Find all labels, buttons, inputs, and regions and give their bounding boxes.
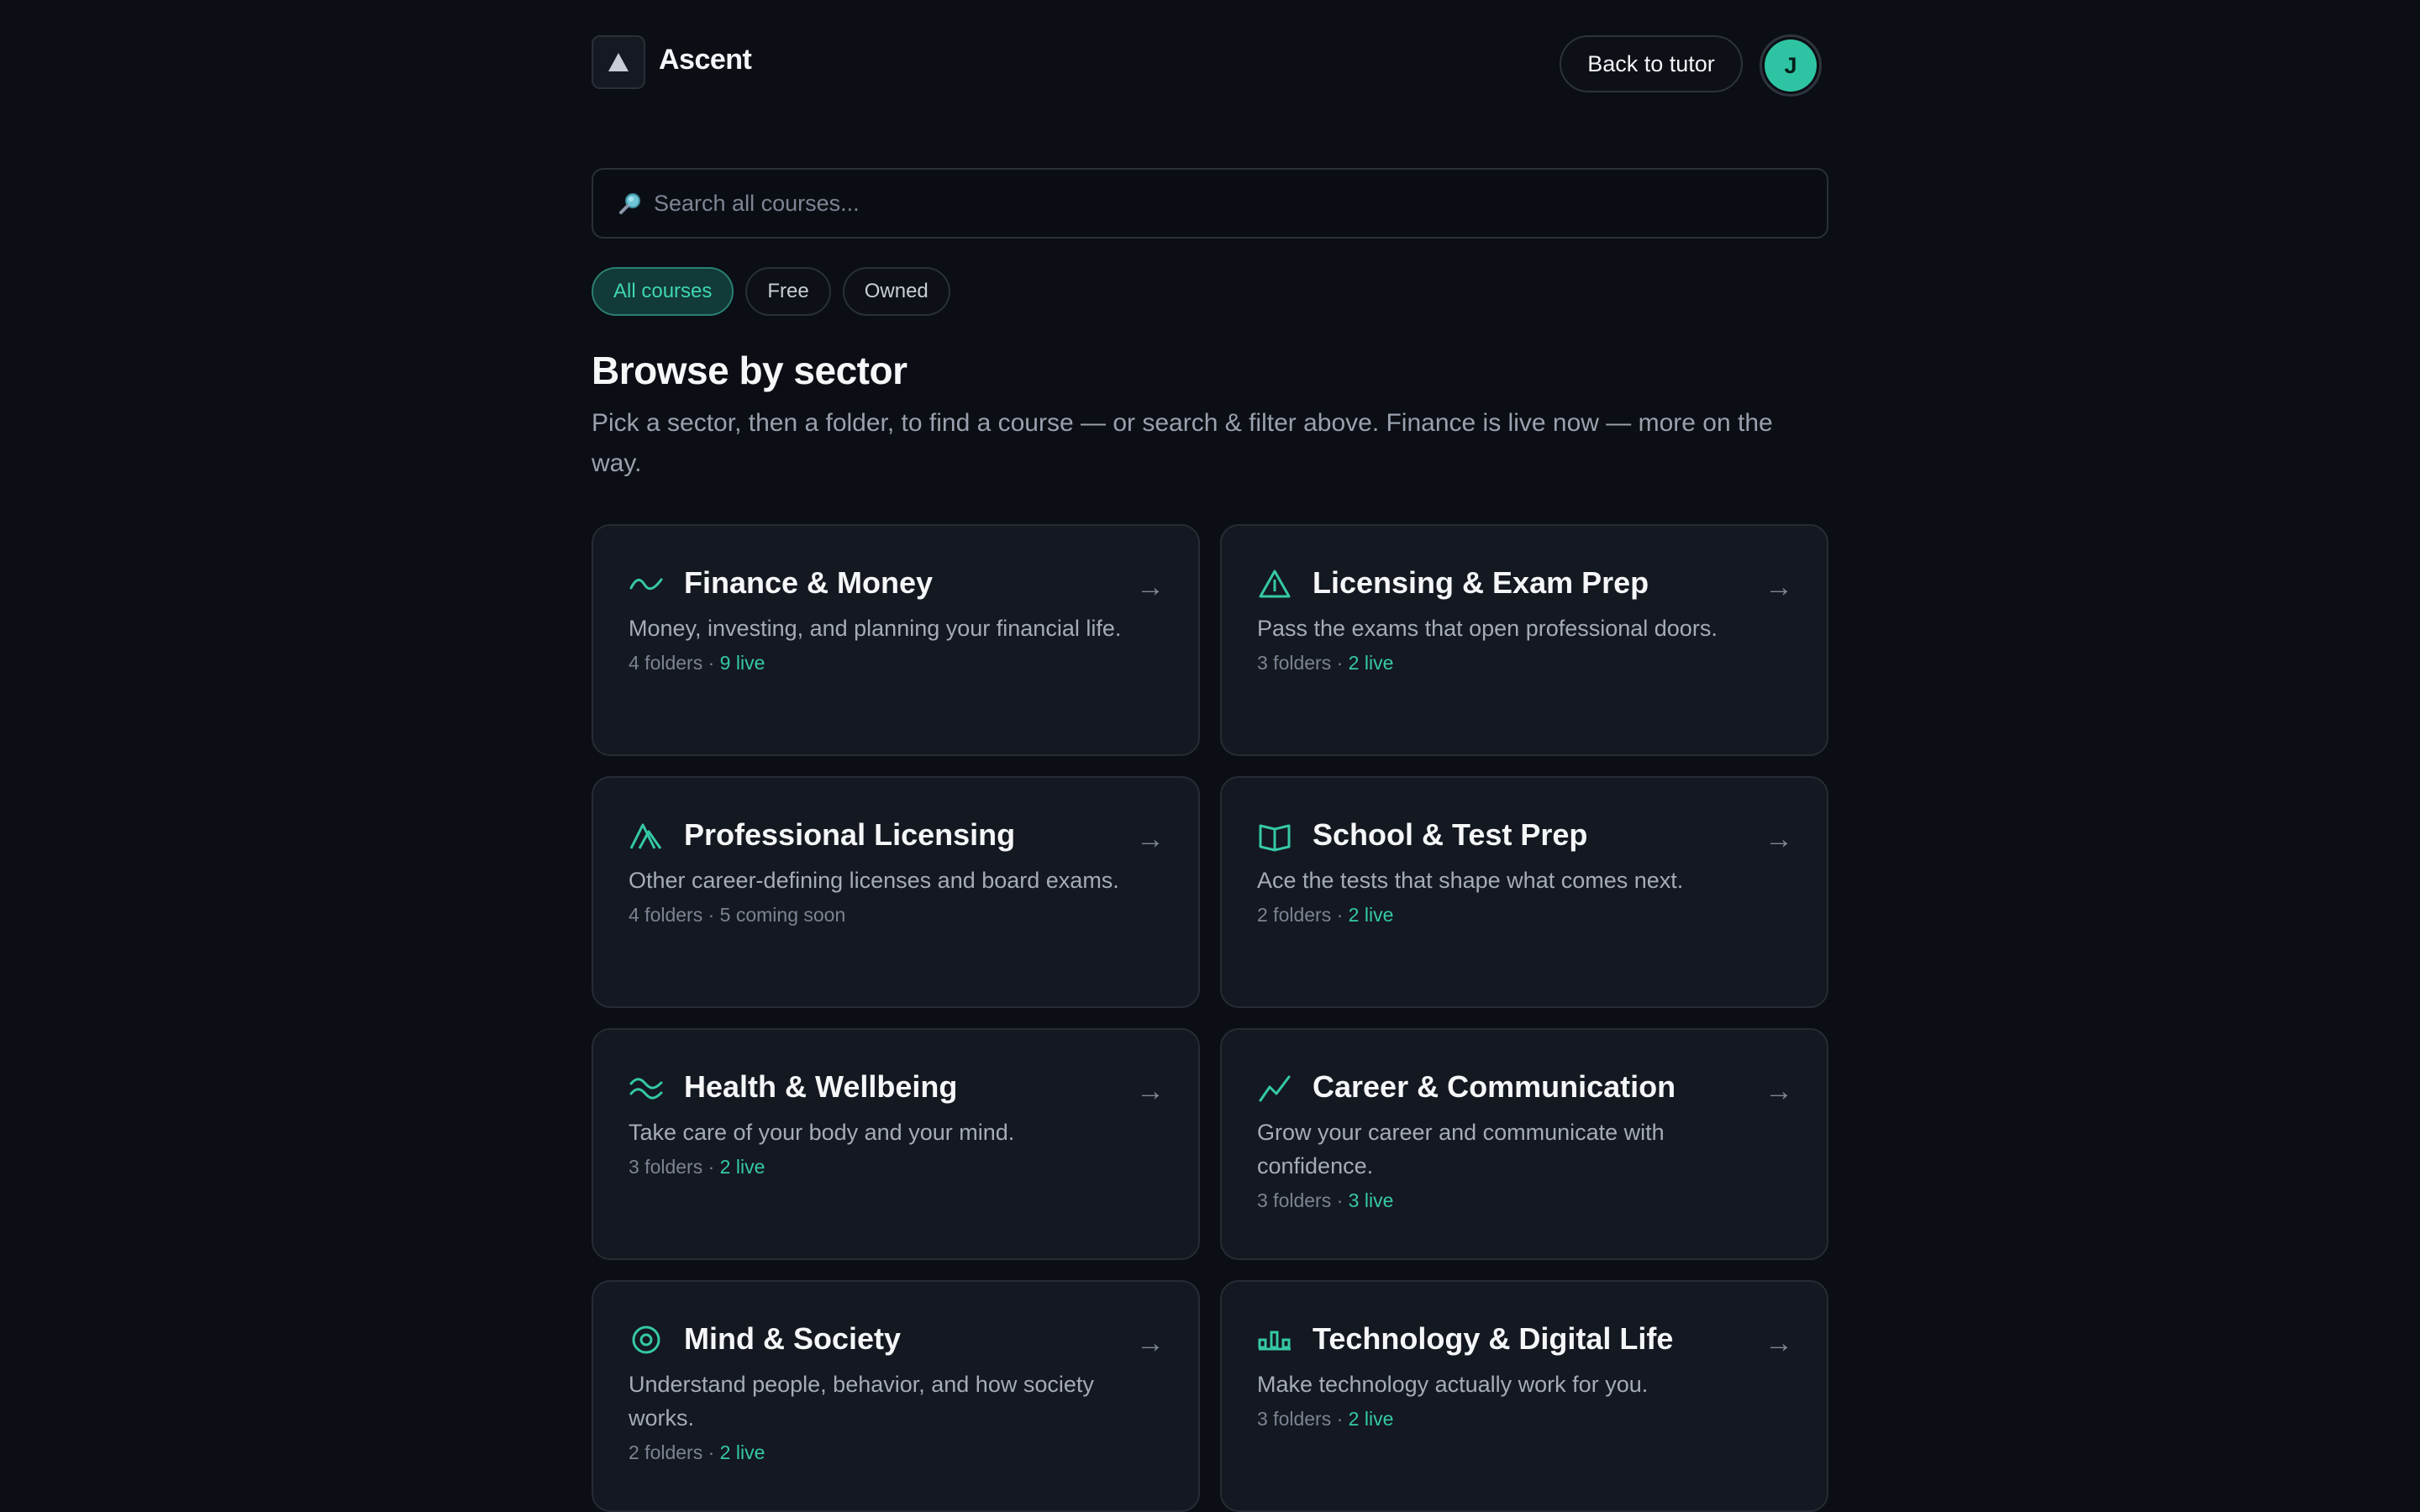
target-circle-icon <box>632 1326 660 1354</box>
filter-chips: All courses Free Owned <box>592 267 950 316</box>
page-subtitle: Pick a sector, then a folder, to find a … <box>592 409 1773 477</box>
folder-count: 3 folders <box>1257 652 1332 674</box>
sector-description: Take care of your body and your mind. <box>629 1120 1015 1145</box>
sector-card-mind-society[interactable]: Mind & Society → Understand people, beha… <box>592 1280 1200 1512</box>
search-bar[interactable] <box>592 168 1828 239</box>
sector-meta: 4 folders · 9 live <box>629 652 1165 675</box>
sector-title: Mind & Society <box>684 1321 902 1356</box>
sector-description: Money, investing, and planning your fina… <box>629 616 1122 641</box>
sector-meta: 3 folders · 3 live <box>1257 1189 1793 1212</box>
logo-mark[interactable] <box>592 35 645 89</box>
waves-icon <box>629 1078 663 1100</box>
search-icon <box>619 193 640 214</box>
filter-all-courses[interactable]: All courses <box>592 267 734 316</box>
chart-line-icon <box>1259 1075 1291 1102</box>
circuit-icon <box>1258 1331 1291 1351</box>
meta-separator: · <box>702 904 720 926</box>
folder-count: 2 folders <box>629 1441 703 1463</box>
sector-title: Technology & Digital Life <box>1313 1321 1674 1356</box>
sector-description: Grow your career and communicate with co… <box>1257 1120 1665 1179</box>
sector-card-finance[interactable]: Finance & Money → Money, investing, and … <box>592 524 1200 756</box>
live-count: 2 live <box>1348 652 1394 674</box>
live-count: 2 live <box>1348 1408 1394 1430</box>
meta-separator: · <box>1331 904 1349 926</box>
arrow-right-icon: → <box>1765 571 1793 603</box>
header: Ascent Back to tutor J <box>592 34 1828 97</box>
arrow-right-icon: → <box>1765 1075 1793 1107</box>
sector-title: Finance & Money <box>684 565 934 600</box>
status-text: 5 coming soon <box>719 904 846 926</box>
folder-count: 4 folders <box>629 652 703 674</box>
sector-meta: 3 folders · 2 live <box>1257 652 1793 675</box>
sector-grid: Finance & Money → Money, investing, and … <box>592 524 1828 1512</box>
folder-count: 4 folders <box>629 904 703 926</box>
sector-meta: 3 folders · 2 live <box>629 1156 1165 1179</box>
page-title: Browse by sector <box>592 349 908 392</box>
sector-meta: 4 folders · 5 coming soon <box>629 904 1165 927</box>
sector-card-licensing-exam-prep[interactable]: Licensing & Exam Prep → Pass the exams t… <box>1220 524 1828 756</box>
live-count: 2 live <box>719 1441 765 1463</box>
meta-separator: · <box>702 652 720 674</box>
meta-separator: · <box>1331 1189 1349 1211</box>
avatar-initial: J <box>1765 39 1817 92</box>
sector-description: Ace the tests that shape what comes next… <box>1257 868 1684 893</box>
sector-title: Professional Licensing <box>684 817 1016 852</box>
filter-owned[interactable]: Owned <box>842 267 950 316</box>
mountain-logo-icon <box>608 53 629 71</box>
arrow-right-icon: → <box>1136 1327 1165 1359</box>
search-input[interactable] <box>654 190 1746 217</box>
sector-description: Understand people, behavior, and how soc… <box>629 1372 1094 1431</box>
meta-separator: · <box>1331 652 1349 674</box>
sector-title: School & Test Prep <box>1313 817 1588 852</box>
sector-card-professional-licensing[interactable]: Professional Licensing → Other career-de… <box>592 776 1200 1008</box>
folder-count: 2 folders <box>1257 904 1332 926</box>
sector-description: Make technology actually work for you. <box>1257 1372 1649 1397</box>
arrow-right-icon: → <box>1765 1327 1793 1359</box>
sector-card-health-wellbeing[interactable]: Health & Wellbeing → Take care of your b… <box>592 1028 1200 1260</box>
folder-count: 3 folders <box>1257 1189 1332 1211</box>
meta-separator: · <box>702 1441 720 1463</box>
app-name[interactable]: Ascent <box>659 44 752 76</box>
double-peak-icon <box>629 823 662 849</box>
sector-meta: 2 folders · 2 live <box>1257 904 1793 927</box>
sector-meta: 3 folders · 2 live <box>1257 1408 1793 1431</box>
sector-card-technology-digital-life[interactable]: Technology & Digital Life → Make technol… <box>1220 1280 1828 1512</box>
sector-title: Health & Wellbeing <box>684 1069 958 1104</box>
triangle-warning-icon <box>1259 570 1291 598</box>
filter-free[interactable]: Free <box>745 267 831 316</box>
sector-title: Career & Communication <box>1313 1069 1676 1104</box>
live-count: 9 live <box>719 652 765 674</box>
arrow-right-icon: → <box>1136 1075 1165 1107</box>
arrow-right-icon: → <box>1136 571 1165 603</box>
arrow-right-icon: → <box>1136 823 1165 855</box>
meta-separator: · <box>1331 1408 1349 1430</box>
sector-meta: 2 folders · 2 live <box>629 1441 1165 1464</box>
back-to-tutor-button[interactable]: Back to tutor <box>1560 35 1743 92</box>
sector-card-career-communication[interactable]: Career & Communication → Grow your caree… <box>1220 1028 1828 1260</box>
sector-description: Pass the exams that open professional do… <box>1257 616 1718 641</box>
sector-description: Other career-defining licenses and board… <box>629 868 1119 893</box>
sector-card-school-test-prep[interactable]: School & Test Prep → Ace the tests that … <box>1220 776 1828 1008</box>
avatar[interactable]: J <box>1760 34 1822 97</box>
live-count: 2 live <box>719 1156 765 1178</box>
folder-count: 3 folders <box>629 1156 703 1178</box>
trend-wave-icon <box>629 578 663 591</box>
folder-count: 3 folders <box>1257 1408 1332 1430</box>
live-count: 2 live <box>1348 904 1394 926</box>
live-count: 3 live <box>1348 1189 1394 1211</box>
meta-separator: · <box>702 1156 720 1178</box>
open-book-icon <box>1259 824 1291 852</box>
sector-title: Licensing & Exam Prep <box>1313 565 1649 600</box>
arrow-right-icon: → <box>1765 823 1793 855</box>
